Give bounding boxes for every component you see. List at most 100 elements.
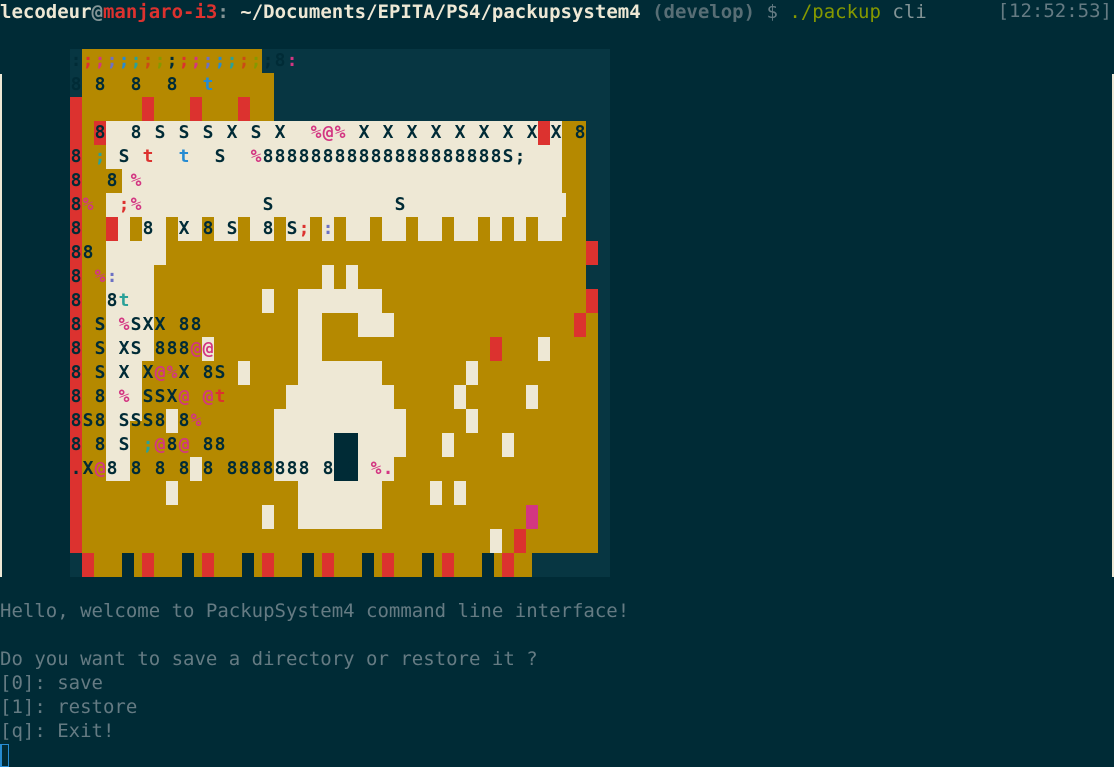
art-fringe (130, 217, 142, 241)
art-glyph: X (226, 122, 238, 143)
art-glyph: X (382, 122, 394, 143)
art-block (490, 337, 502, 361)
art-block (190, 97, 202, 121)
art-glyph: X (274, 122, 286, 143)
art-glyph: . (70, 458, 82, 479)
art-glyph: S (154, 386, 166, 407)
art-glyph: 8 (394, 146, 406, 167)
art-stripe (422, 553, 434, 577)
art-label (106, 193, 566, 217)
art-glyph: 8 (94, 386, 106, 407)
art-glyph: : (322, 218, 334, 239)
art-glyph: 8 (274, 50, 286, 71)
art-glyph: ; (262, 50, 274, 71)
menu-option-restore[interactable]: [1]: restore (0, 695, 137, 719)
art-glyph: S (502, 146, 514, 167)
art-glyph: S (118, 146, 130, 167)
art-glyph: X (478, 122, 490, 143)
art-stripe (262, 553, 274, 577)
menu-option-exit[interactable]: [q]: Exit! (0, 719, 114, 743)
art-stripe (442, 553, 454, 577)
art-glyph: 8 (346, 146, 358, 167)
terminal-cursor[interactable] (0, 744, 9, 767)
art-block (454, 481, 466, 505)
art-glyph: 8 (70, 194, 82, 215)
art-fringe (310, 217, 322, 241)
art-glyph: % (118, 386, 130, 407)
art-glyph: 8 (106, 290, 118, 311)
art-stripe (142, 553, 154, 577)
art-stripe (322, 553, 334, 577)
art-stripe (242, 553, 254, 577)
art-stripe (82, 553, 94, 577)
art-stripe (362, 553, 374, 577)
art-stripe (502, 553, 514, 577)
art-fringe (238, 217, 250, 241)
art-glyph: ; (190, 50, 202, 71)
art-glyph: % (334, 122, 346, 143)
art-block (166, 481, 178, 505)
art-glyph: 8 (382, 146, 394, 167)
art-glyph: @ (190, 338, 202, 359)
art-glyph: 8 (418, 146, 430, 167)
art-glyph: X (142, 362, 154, 383)
art-fringe (502, 217, 514, 241)
welcome-message: Hello, welcome to PackupSystem4 command … (0, 600, 630, 622)
art-block (514, 529, 526, 553)
art-block (238, 361, 250, 385)
art-glyph: 8 (94, 122, 106, 143)
art-glyph: ; (106, 50, 118, 71)
art-glyph: t (214, 386, 226, 407)
art-glyph: 8 (322, 458, 334, 479)
shell-prompt: lecodeur@manjaro-i3: ~/Documents/EPITA/P… (0, 0, 927, 24)
art-glyph: 8 (442, 146, 454, 167)
art-glyph: 8 (70, 242, 82, 263)
art-glyph: t (142, 146, 154, 167)
art-block (190, 457, 202, 481)
art-glyph: S (226, 218, 238, 239)
art-glyph: 8 (274, 146, 286, 167)
art-block (586, 289, 598, 313)
prompt-host: manjaro-i3 (102, 1, 218, 23)
art-glyph: X (358, 122, 370, 143)
art-block (466, 409, 478, 433)
art-glyph: ; (118, 194, 130, 215)
art-glyph: 8 (262, 146, 274, 167)
art-glyph: 8 (130, 74, 142, 95)
art-stripe (342, 553, 354, 577)
art-glyph: 8 (406, 146, 418, 167)
art-stripe (182, 553, 194, 577)
art-glyph: 8 (106, 170, 118, 191)
art-glyph: 8 (70, 314, 82, 335)
art-glyph: % (250, 146, 262, 167)
art-glyph: 8 (202, 362, 214, 383)
art-glyph: @ (202, 386, 214, 407)
art-glyph: S (82, 410, 94, 431)
menu-option-save[interactable]: [0]: save (0, 671, 103, 695)
art-stripe (282, 553, 294, 577)
art-glyph: 8 (190, 314, 202, 335)
prompt-args: cli (892, 1, 927, 23)
art-stripe (222, 553, 234, 577)
art-glyph: % (130, 194, 142, 215)
art-glyph: X (118, 338, 130, 359)
art-glyph: 8 (166, 338, 178, 359)
art-glyph: ; (94, 146, 106, 167)
art-glyph: 8 (94, 410, 106, 431)
art-glyph: @ (154, 362, 166, 383)
art-stripe (462, 553, 474, 577)
art-glyph: 8 (334, 146, 346, 167)
art-stripe (302, 553, 314, 577)
art-glyph: ; (250, 50, 262, 71)
art-glyph: 8 (154, 458, 166, 479)
art-fringe (274, 217, 286, 241)
art-glyph: S (214, 146, 226, 167)
art-fringe (334, 217, 346, 241)
art-glyph: 8 (430, 146, 442, 167)
art-glyph: 8 (166, 74, 178, 95)
menu-question: Do you want to save a directory or resto… (0, 648, 538, 670)
art-arch (346, 265, 358, 289)
art-block (538, 121, 550, 145)
art-glyph: ; (166, 50, 178, 71)
art-glyph: X (178, 218, 190, 239)
